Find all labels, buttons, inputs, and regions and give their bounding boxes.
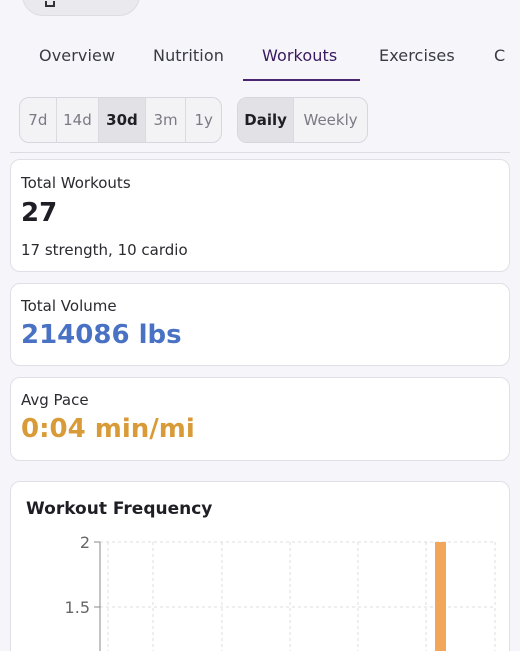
granularity-weekly-button[interactable]: Weekly (294, 98, 367, 142)
avg-pace-value: 0:04 min/mi (21, 414, 195, 444)
avg-pace-card: Avg Pace 0:04 min/mi (10, 377, 510, 461)
active-tab-indicator (243, 79, 360, 81)
tab-nutrition[interactable]: Nutrition (153, 46, 224, 65)
tab-bar: Overview Nutrition Workouts Exercises C (0, 38, 520, 82)
back-icon (45, 1, 55, 7)
range-7d-button[interactable]: 7d (20, 98, 57, 142)
tab-overview[interactable]: Overview (39, 46, 115, 65)
total-workouts-value: 27 (21, 198, 58, 228)
date-range-selector: 7d 14d 30d 3m 1y (19, 97, 222, 143)
divider (10, 152, 510, 153)
range-1y-button[interactable]: 1y (186, 98, 221, 142)
bar (435, 542, 446, 651)
y-tick-label: 2 (80, 533, 90, 552)
back-button[interactable] (22, 0, 140, 16)
total-volume-label: Total Volume (21, 297, 117, 315)
workout-frequency-card: Workout Frequency 2 1.5 (10, 481, 510, 651)
tab-exercises[interactable]: Exercises (379, 46, 455, 65)
range-30d-button[interactable]: 30d (99, 98, 146, 142)
avg-pace-label: Avg Pace (21, 391, 89, 409)
total-volume-card: Total Volume 214086 lbs (10, 283, 510, 366)
tab-partial[interactable]: C (494, 46, 505, 65)
total-workouts-label: Total Workouts (21, 174, 131, 192)
total-workouts-breakdown: 17 strength, 10 cardio (21, 241, 188, 259)
workout-frequency-chart: 21.5 (65, 533, 496, 651)
total-workouts-card: Total Workouts 27 17 strength, 10 cardio (10, 159, 510, 272)
range-3m-button[interactable]: 3m (146, 98, 187, 142)
granularity-daily-button[interactable]: Daily (238, 98, 295, 142)
granularity-selector: Daily Weekly (237, 97, 368, 143)
total-volume-value: 214086 lbs (21, 320, 182, 350)
tab-workouts[interactable]: Workouts (262, 46, 337, 65)
y-tick-label: 1.5 (65, 598, 90, 617)
range-14d-button[interactable]: 14d (57, 98, 100, 142)
